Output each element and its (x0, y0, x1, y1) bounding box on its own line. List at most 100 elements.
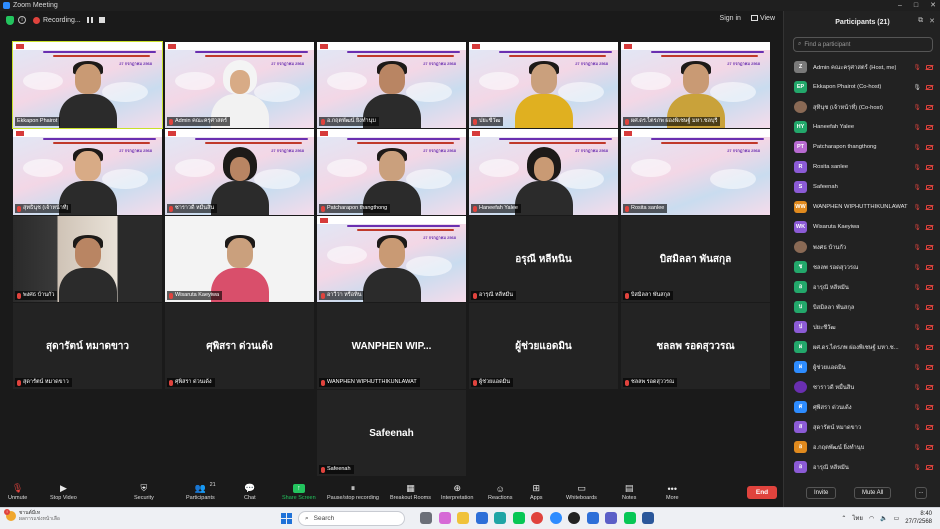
chat-button[interactable]: 💬 Chat (244, 482, 256, 506)
invite-button[interactable]: Invite (806, 487, 837, 499)
video-tile[interactable]: 27 กรกฎาคม 2568 Patcharapon thangthong (317, 129, 466, 215)
mic-muted-icon[interactable]: 🎙 (913, 424, 921, 431)
mute-all-button[interactable]: Mute All (854, 487, 892, 499)
participant-row[interactable]: ป ปยะชีวัฒ 🎙 (784, 317, 940, 337)
mic-muted-icon[interactable]: 🎙 (913, 284, 921, 291)
video-tile[interactable]: 27 กรกฎาคม 2568 ซาราวดี หมื่นสิน (165, 129, 314, 215)
mic-muted-icon[interactable]: 🎙 (913, 384, 921, 391)
language-indicator[interactable]: ไทย (852, 513, 863, 523)
video-off-icon[interactable] (926, 324, 933, 330)
video-tile[interactable]: พงศธ บ้านกัว (13, 216, 162, 302)
video-off-icon[interactable] (926, 424, 933, 430)
video-off-icon[interactable] (926, 204, 933, 210)
video-tile[interactable]: ชลลพ รอดสุววรณ ชลลพ รอดสุววรณ (621, 303, 770, 389)
minimize-button[interactable]: – (898, 0, 902, 11)
word-icon[interactable] (642, 512, 654, 524)
video-tile[interactable]: 27 กรกฎาคม 2568 Admin คณะครุศาสตร์ (165, 42, 314, 128)
mic-muted-icon[interactable]: 🎙 (913, 64, 921, 71)
participants-button[interactable]: 👥 Participants 21 (186, 482, 216, 506)
participant-row[interactable]: ผ ผู้ช่วยแอดมิน 🎙 (784, 357, 940, 377)
video-off-icon[interactable] (926, 344, 933, 350)
panel-close-icon[interactable]: ✕ (929, 17, 935, 25)
mic-muted-icon[interactable]: 🎙 (913, 264, 921, 271)
video-off-icon[interactable] (926, 64, 933, 70)
video-tile[interactable]: 27 กรกฎาคม 2568 Haneefah Yalee (469, 129, 618, 215)
photos-icon[interactable] (586, 512, 599, 524)
video-off-icon[interactable] (926, 284, 933, 290)
end-meeting-button[interactable]: End (747, 486, 777, 499)
maximize-button[interactable]: □ (914, 0, 918, 11)
video-off-icon[interactable] (926, 84, 933, 90)
video-tile[interactable]: บิสมิลลา พันสกุล บิสมิลลา พันสกุล (621, 216, 770, 302)
video-tile[interactable]: 27 กรกฎาคม 2568 สุทธินุช (เจ้าหน้าที่) (13, 129, 162, 215)
media-icon[interactable] (568, 512, 580, 524)
mic-muted-icon[interactable]: 🎙 (913, 164, 921, 171)
video-off-icon[interactable] (926, 144, 933, 150)
video-tile[interactable]: ศุพิสรา ด่วนเด้ง ศุพิสรา ด่วนเด้ง (165, 303, 314, 389)
video-off-icon[interactable] (926, 264, 933, 270)
video-tile[interactable]: 27 กรกฎาคม 2568 Rosita sanlee (621, 129, 770, 215)
unmute-button[interactable]: 🎙 Unmute (8, 482, 27, 506)
mic-icon[interactable]: 🎙 (913, 84, 921, 91)
video-off-icon[interactable] (926, 464, 933, 470)
participant-row[interactable]: อ อ.กฤตพัฒน์ ยิ่งทำนุบ 🎙 (784, 437, 940, 457)
video-off-icon[interactable] (926, 304, 933, 310)
participant-row[interactable]: พงศธ บ้านกัว 🎙 (784, 237, 940, 257)
participant-row[interactable]: ศ ศุพิสรา ด่วนเด้ง 🎙 (784, 397, 940, 417)
panel-more-button[interactable]: ... (915, 487, 927, 499)
close-button[interactable]: ✕ (930, 0, 936, 11)
video-tile[interactable]: WANPHEN WIP... WANPHEN WIPHUTTHIKUNLAWAT (317, 303, 466, 389)
chrome-icon[interactable] (531, 512, 543, 524)
participant-row[interactable]: ซาราวดี หมื่นสิน 🎙 (784, 377, 940, 397)
participant-row[interactable]: S Safeenah 🎙 (784, 177, 940, 197)
video-tile[interactable]: 27 กรกฎาคม 2568 อ.กฤตพัฒน์ ยิ่งทำนุบ (317, 42, 466, 128)
pop-out-icon[interactable]: ⧉ (918, 17, 923, 25)
video-tile[interactable]: 27 กรกฎาคม 2568 Ekkapon Phairot (12, 41, 163, 129)
edge-icon[interactable] (494, 512, 506, 524)
participant-row[interactable]: ช ชลลพ รอดสุววรณ 🎙 (784, 257, 940, 277)
mic-muted-icon[interactable]: 🎙 (913, 364, 921, 371)
video-off-icon[interactable] (926, 164, 933, 170)
participant-row[interactable]: Z Admin คณะครุศาสตร์ (Host, me) 🎙 (784, 57, 940, 77)
zoom-icon[interactable] (549, 512, 562, 524)
stop-video-button[interactable]: ▶ Stop Video (50, 482, 77, 506)
participant-row[interactable]: ผ ผศ.ดร.ไตรภพ ผ่องพิเชษฐ์ มหา.ช... 🎙 (784, 337, 940, 357)
taskbar-search-input[interactable]: ⌕ Search (298, 511, 405, 526)
participant-row[interactable]: HY Haneefah Yalee 🎙 (784, 117, 940, 137)
task-view-icon[interactable] (420, 512, 432, 524)
reactions-button[interactable]: ☺ Reactions (488, 482, 512, 506)
video-tile[interactable]: Wisaruta Kaeyiwa (165, 216, 314, 302)
pause-stop-recording-button[interactable]: ⏸ Pause/stop recording (327, 482, 379, 506)
participant-row[interactable]: บ บิสมิลลา พันสกุล 🎙 (784, 297, 940, 317)
video-tile[interactable]: ผู้ช่วยแอดมิน ผู้ช่วยแอดมิน (469, 303, 618, 389)
participant-row[interactable]: อ อารุณี หลีหมีน 🎙 (784, 277, 940, 297)
line-app-icon[interactable] (623, 512, 636, 524)
video-off-icon[interactable] (926, 124, 933, 130)
participant-row[interactable]: R Rosita sanlee 🎙 (784, 157, 940, 177)
participant-row[interactable]: อ อารุณี หลีหมีน 🎙 (784, 457, 940, 477)
participant-row[interactable]: WW WANPHEN WIPHUTTHIKUNLAWAT 🎙 (784, 197, 940, 217)
meeting-info-icon[interactable]: i (18, 16, 26, 24)
encryption-shield-icon[interactable] (6, 15, 14, 25)
participant-row[interactable]: ส สุดารัตน์ หมาดขาว 🎙 (784, 417, 940, 437)
whiteboards-button[interactable]: ▭ Whiteboards (566, 482, 597, 506)
video-off-icon[interactable] (926, 444, 933, 450)
video-off-icon[interactable] (926, 184, 933, 190)
tray-chevron-icon[interactable]: ⌃ (841, 515, 846, 522)
participant-row[interactable]: สุทินุช (เจ้าหน้าที่) (Co-host) 🎙 (784, 97, 940, 117)
video-off-icon[interactable] (926, 224, 933, 230)
video-off-icon[interactable] (926, 104, 933, 110)
mic-muted-icon[interactable]: 🎙 (913, 224, 921, 231)
copilot-icon[interactable] (438, 512, 451, 524)
battery-icon[interactable]: ▭ (894, 515, 900, 522)
apps-button[interactable]: ⊞ Apps (530, 482, 543, 506)
video-tile[interactable]: 27 กรกฎาคม 2568 อาวีว่า หรือทิน (317, 216, 466, 302)
mic-muted-icon[interactable]: 🎙 (913, 344, 921, 351)
line-icon[interactable] (512, 512, 525, 524)
video-off-icon[interactable] (926, 244, 933, 250)
mic-muted-icon[interactable]: 🎙 (913, 464, 921, 471)
mic-muted-icon[interactable]: 🎙 (913, 244, 921, 251)
mic-muted-icon[interactable]: 🎙 (913, 304, 921, 311)
store-icon[interactable] (475, 512, 488, 524)
weather-widget[interactable]: ! ชานต์มีเท ผลการแข่งหน้าเลือ (4, 509, 60, 522)
